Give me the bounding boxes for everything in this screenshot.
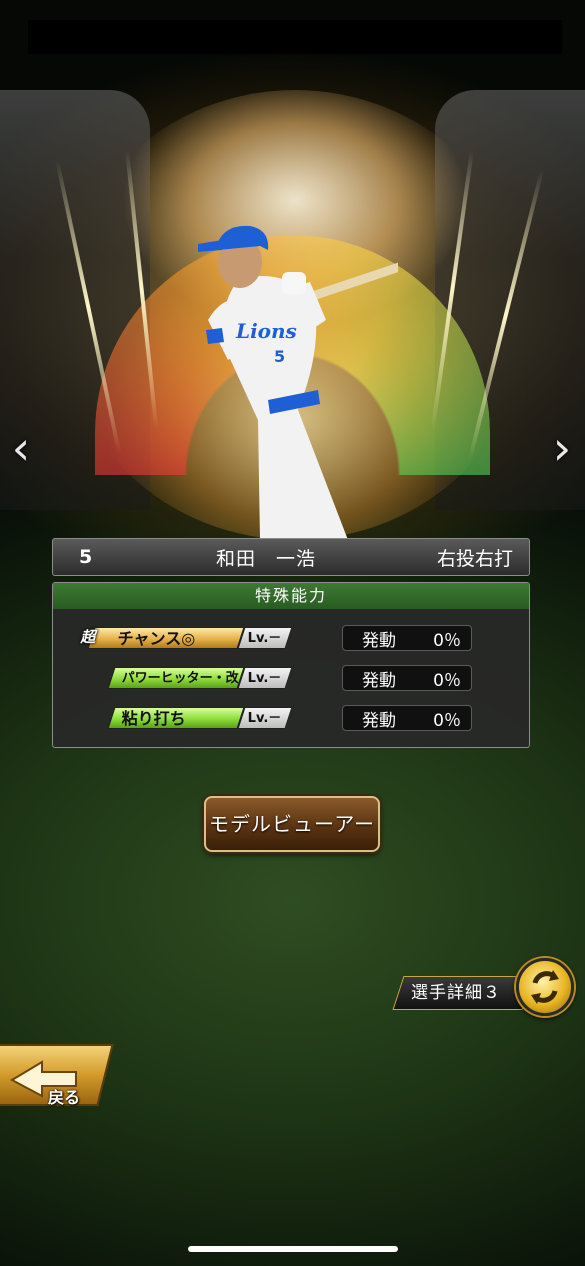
super-mark: 超 [80,628,96,646]
player-image: Lions 5 [198,225,398,540]
player-detail-button[interactable]: 選手詳細３ [392,976,534,1010]
swap-arrows-icon[interactable] [516,958,574,1016]
uniform-number: 5 [274,347,285,366]
player-handedness: 右投右打 [436,547,513,570]
ability-row[interactable]: パワーヒッター・改 Lv.－ 発動 0％ [53,665,529,693]
ability-level: Lv.－ [237,667,293,689]
ability-label: 粘り打ち [121,709,186,728]
abilities-header: 特殊能力 [53,583,529,609]
activation-label: 発動 [362,710,396,731]
next-player-button[interactable]: › [545,425,579,475]
activation-label: 発動 [362,670,396,691]
player-detail-label: 選手詳細３ [411,983,501,1003]
activation-value: 0％ [433,710,461,731]
ability-level: Lv.－ [237,627,293,649]
ability-tag-nebari: 粘り打ち [107,707,245,729]
player-name-plate: 5 和田 一浩 右投右打 [52,538,530,576]
status-bar [28,20,562,54]
activation-value: 0％ [433,630,461,651]
prev-player-button[interactable]: ‹ [4,425,38,475]
activation-value: 0％ [433,670,461,691]
ability-row[interactable]: 超 チャンス◎ Lv.－ 発動 0％ [53,625,529,653]
ability-tag-chance: 超 チャンス◎ [80,627,245,649]
ability-level: Lv.－ [237,707,293,729]
ability-activation: 発動 0％ [342,705,472,731]
ability-activation: 発動 0％ [342,665,472,691]
ability-row[interactable]: 粘り打ち Lv.－ 発動 0％ [53,705,529,733]
player-number: 5 [79,546,93,568]
ability-activation: 発動 0％ [342,625,472,651]
ability-tag-power-hitter: パワーヒッター・改 [107,667,245,689]
uniform-logo: Lions [235,319,297,343]
chevron-left-icon: ‹ [11,421,31,475]
activation-label: 発動 [362,630,396,651]
ability-label: パワーヒッター・改 [121,671,239,686]
home-indicator[interactable] [188,1246,398,1252]
ability-label: チャンス◎ [117,629,196,648]
player-name: 和田 一浩 [215,547,316,570]
special-abilities-panel: 特殊能力 超 チャンス◎ Lv.－ 発動 0％ パワーヒッター・改 Lv.－ 発… [52,582,530,748]
back-label: 戻る [48,1088,81,1107]
chevron-right-icon: › [552,421,572,475]
model-viewer-button[interactable]: モデルビューアー [204,796,380,852]
